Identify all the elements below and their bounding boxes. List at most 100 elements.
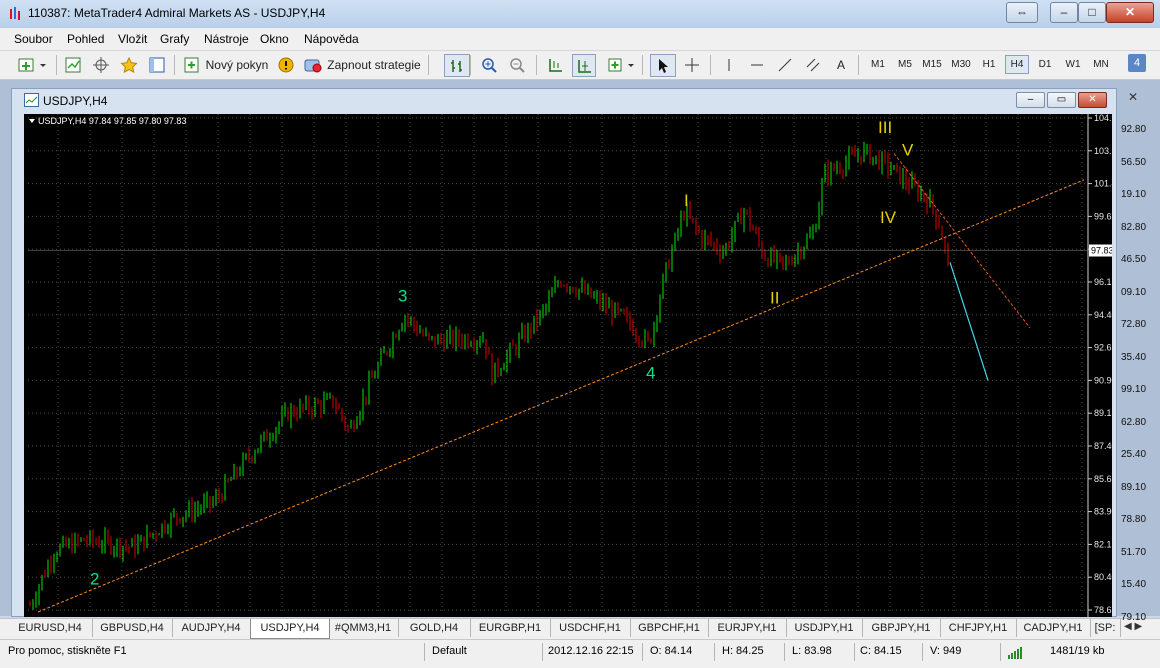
- projection-line: [949, 262, 989, 381]
- navigator-icon[interactable]: [146, 54, 168, 75]
- zoom-in-icon[interactable]: [478, 54, 500, 75]
- chart-tab[interactable]: GOLD,H4: [398, 619, 471, 637]
- timeframe-d1[interactable]: D1: [1033, 55, 1057, 74]
- secondary-scale-label: 89.10: [1121, 481, 1147, 493]
- timeframe-h4[interactable]: H4: [1005, 55, 1029, 74]
- autotrading-label: Zapnout strategie: [327, 57, 421, 72]
- autotrading-button[interactable]: Zapnout strategie: [302, 54, 422, 75]
- crosshair-icon[interactable]: [680, 54, 704, 75]
- crosshair-move-icon[interactable]: [90, 54, 112, 75]
- chart-info-line: USDJPY,H4 97.84 97.85 97.80 97.83: [38, 116, 186, 126]
- chart-tab[interactable]: GBPUSD,H4: [92, 619, 173, 637]
- timeframe-m15[interactable]: M15: [920, 55, 944, 74]
- price-label: 89.15: [1094, 408, 1112, 418]
- secondary-scale-label: 79.10: [1121, 611, 1147, 623]
- menu-view[interactable]: Pohled: [67, 32, 104, 46]
- chart-close-button[interactable]: ✕: [1078, 92, 1107, 108]
- menu-bar: Soubor Pohled Vložit Grafy Nástroje Okno…: [0, 28, 1160, 51]
- timeframe-h1[interactable]: H1: [977, 55, 1001, 74]
- vertical-line-icon[interactable]: [718, 54, 740, 75]
- tab-scroll-arrows[interactable]: ◀ ▶: [1124, 621, 1142, 632]
- status-bar: Pro pomoc, stiskněte F1 Default 2012.12.…: [0, 639, 1160, 668]
- resize-icon[interactable]: ⇔: [1006, 2, 1038, 23]
- price-chart-svg[interactable]: 104.90103.15101.4099.6597.9096.1594.4092…: [24, 113, 1122, 617]
- menu-tools[interactable]: Nástroje: [204, 32, 249, 46]
- chart-tab[interactable]: GBPCHF,H1: [630, 619, 709, 637]
- menu-file[interactable]: Soubor: [14, 32, 53, 46]
- timeframe-m5[interactable]: M5: [893, 55, 917, 74]
- auto-scroll-icon[interactable]: [544, 54, 566, 75]
- chart-tab[interactable]: EURUSD,H4: [8, 619, 93, 637]
- price-label: 94.40: [1094, 310, 1112, 320]
- warning-icon[interactable]: [276, 54, 296, 75]
- chart-window-title: USDJPY,H4: [43, 94, 108, 108]
- price-label: 87.40: [1094, 441, 1112, 451]
- close-button[interactable]: ✕: [1106, 2, 1154, 23]
- new-chart-icon: [18, 58, 46, 71]
- chart-tab[interactable]: EURJPY,H1: [708, 619, 787, 637]
- wave-label: 3: [398, 287, 407, 306]
- new-order-button[interactable]: Nový pokyn: [180, 54, 272, 75]
- chart-tab[interactable]: CHFJPY,H1: [940, 619, 1017, 637]
- channel-icon[interactable]: [802, 54, 824, 75]
- chart-tab[interactable]: CADJPY,H1: [1016, 619, 1091, 637]
- metatrader-app-icon: [10, 7, 20, 20]
- chart-tab[interactable]: [SP:: [1090, 619, 1121, 637]
- new-chart-button[interactable]: [16, 54, 50, 75]
- chart-restore-button[interactable]: ▭: [1047, 92, 1076, 108]
- chart-shift-icon[interactable]: [572, 54, 596, 77]
- price-label: 99.65: [1094, 211, 1112, 221]
- chart-tab[interactable]: USDJPY,H1: [786, 619, 863, 637]
- wave-label: II: [770, 289, 779, 308]
- chart-menu-arrow-icon: [29, 119, 35, 123]
- chart-window-titlebar: USDJPY,H4 – ▭ ✕: [12, 89, 1116, 111]
- timeframe-m1[interactable]: M1: [866, 55, 890, 74]
- profiles-icon[interactable]: [62, 54, 84, 75]
- timeframe-m30[interactable]: M30: [949, 55, 973, 74]
- timeframe-mn[interactable]: MN: [1089, 55, 1113, 74]
- chart-tab[interactable]: GBPJPY,H1: [862, 619, 941, 637]
- minimize-button[interactable]: –: [1050, 2, 1078, 23]
- timeframe-w1[interactable]: W1: [1061, 55, 1085, 74]
- status-close: C: 84.15: [860, 645, 902, 657]
- resistance-trendline: [893, 153, 1031, 329]
- secondary-scale-label: 35.40: [1121, 351, 1147, 363]
- mdi-close-icon[interactable]: ✕: [1123, 90, 1143, 104]
- price-chart[interactable]: 104.90103.15101.4099.6597.9096.1594.4092…: [24, 113, 1122, 617]
- trendline-icon[interactable]: [774, 54, 796, 75]
- new-order-icon: [184, 57, 199, 72]
- chart-tab[interactable]: USDCHF,H1: [550, 619, 631, 637]
- bar-chart-button[interactable]: [444, 54, 470, 77]
- favorites-icon[interactable]: [118, 54, 140, 75]
- status-open: O: 84.14: [650, 645, 693, 657]
- secondary-scale-label: 25.40: [1121, 449, 1147, 460]
- status-volume: V: 949: [930, 645, 962, 657]
- support-trendline: [37, 179, 1085, 613]
- price-label: 104.90: [1094, 114, 1112, 123]
- chart-minimize-button[interactable]: –: [1016, 92, 1045, 108]
- status-datetime: 2012.12.16 22:15: [548, 645, 634, 657]
- chart-tab[interactable]: USDJPY,H4: [250, 619, 330, 639]
- chart-tab[interactable]: #QMM3,H1: [328, 619, 399, 637]
- horizontal-line-icon[interactable]: [746, 54, 768, 75]
- toolbar: Nový pokyn Zapnout strategie A M1 M5 M15 M3…: [0, 51, 1160, 80]
- secondary-scale-label: 46.50: [1121, 254, 1147, 265]
- price-label: 80.40: [1094, 572, 1112, 582]
- price-label: 78.65: [1094, 605, 1112, 615]
- price-label: 96.15: [1094, 277, 1112, 287]
- zoom-out-icon[interactable]: [506, 54, 528, 75]
- secondary-scale-label: 82.80: [1121, 221, 1147, 233]
- indicators-button[interactable]: [606, 54, 638, 75]
- secondary-scale-label: 09.10: [1121, 286, 1147, 298]
- menu-insert[interactable]: Vložit: [118, 32, 147, 46]
- window-title: 110387: MetaTrader4 Admiral Markets AS -…: [28, 6, 326, 20]
- chart-tab[interactable]: EURGBP,H1: [470, 619, 551, 637]
- menu-charts[interactable]: Grafy: [160, 32, 189, 46]
- chart-tab[interactable]: AUDJPY,H4: [172, 619, 251, 637]
- text-tool-button[interactable]: A: [830, 54, 852, 75]
- menu-help[interactable]: Nápověda: [304, 32, 359, 46]
- maximize-button[interactable]: □: [1078, 2, 1106, 23]
- menu-window[interactable]: Okno: [260, 32, 289, 46]
- tools-badge[interactable]: 4: [1128, 54, 1146, 72]
- cursor-icon[interactable]: [650, 54, 676, 77]
